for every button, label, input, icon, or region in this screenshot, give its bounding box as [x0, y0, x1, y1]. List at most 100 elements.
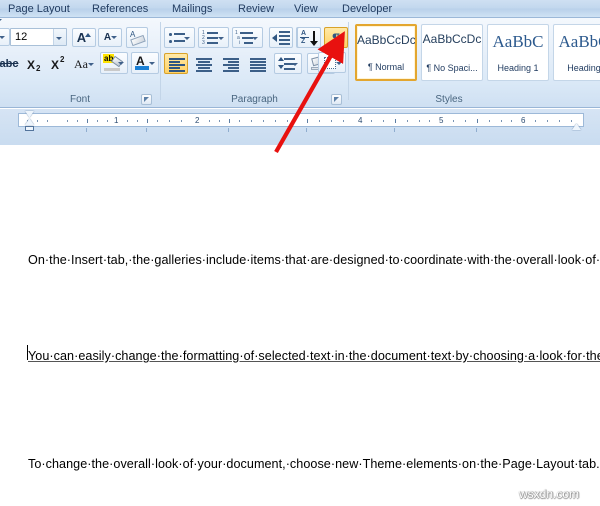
tab-page-layout[interactable]: Page Layout — [2, 0, 76, 18]
left-indent-marker[interactable] — [25, 126, 34, 131]
chevron-down-icon — [252, 37, 258, 40]
ruler-number-2: 2 — [195, 116, 200, 125]
superscript-number: 2 — [60, 55, 65, 64]
style-name-heading-1: Heading 1 — [497, 63, 539, 73]
style-preview-no-spacing: AaBbCcDc — [422, 32, 482, 46]
tab-view[interactable]: View — [288, 0, 324, 18]
strikethrough-label: abc — [0, 57, 19, 70]
sort-divider — [300, 37, 309, 38]
grow-font-label: A — [76, 30, 87, 45]
horizontal-ruler[interactable]: 1 2 4 5 6 — [18, 113, 584, 130]
style-preview-normal: AaBbCcDc — [357, 33, 415, 47]
subscript-x: X — [27, 58, 36, 72]
group-label-styles: Styles — [435, 94, 463, 105]
line-spacing-button[interactable] — [274, 53, 302, 74]
ruler-number-5: 5 — [439, 116, 444, 125]
ruler-tick-shadow — [18, 128, 584, 135]
sort-letter-bottom: Z — [301, 38, 306, 45]
hanging-indent-marker[interactable] — [25, 119, 34, 125]
ribbon-tab-strip: Page Layout References Mailings Review V… — [0, 0, 600, 18]
tab-review[interactable]: Review — [232, 0, 280, 18]
sort-letter-top: A — [301, 30, 307, 37]
superscript-button[interactable]: X 2 — [46, 53, 68, 74]
ribbon: 12 A A A abc X 2 X 2 Aa ab A Font 1 2 3 … — [0, 18, 600, 108]
ruler-number-1: 1 — [114, 116, 119, 125]
font-size-combo[interactable]: 12 — [10, 28, 67, 46]
numbering-button[interactable]: 1 2 3 — [198, 27, 229, 48]
arrow-left-icon — [272, 34, 277, 42]
subscript-button[interactable]: X 2 — [22, 53, 44, 74]
multilevel-digit-3: i — [239, 40, 241, 46]
chevron-down-icon — [0, 36, 5, 39]
document-page[interactable]: On·the·Insert·tab,·the·galleries·include… — [0, 145, 600, 506]
font-dialog-launcher[interactable] — [141, 94, 152, 105]
chevron-down-icon — [56, 37, 62, 40]
ribbon-group-font: 12 A A A abc X 2 X 2 Aa ab A Font — [0, 19, 160, 107]
align-center-button[interactable] — [191, 53, 215, 74]
highlight-color-swatch — [104, 68, 120, 71]
style-name-heading-2: Heading — [567, 63, 600, 73]
chevron-down-icon — [336, 62, 342, 65]
style-name-normal: ¶ Normal — [367, 62, 405, 72]
tab-references[interactable]: References — [86, 0, 154, 18]
shrink-font-button[interactable]: A — [98, 28, 122, 47]
arrow-up-icon — [278, 57, 284, 61]
show-hide-paragraph-marks-button[interactable]: ¶ — [324, 27, 348, 48]
paragraph-dialog-launcher[interactable] — [331, 94, 342, 105]
bullets-button[interactable] — [164, 27, 195, 48]
strikethrough-button[interactable]: abc — [0, 53, 20, 74]
style-item-normal[interactable]: AaBbCcDc ¶ Normal — [355, 24, 417, 81]
ruler-area: 1 2 4 5 6 — [0, 109, 600, 145]
sort-arrow-head — [310, 41, 318, 46]
superscript-x: X — [51, 58, 60, 72]
sort-button[interactable]: A Z — [297, 27, 321, 48]
paragraph-1[interactable]: On·the·Insert·tab,·the·galleries·include… — [28, 250, 600, 271]
ruler-number-4: 4 — [358, 116, 363, 125]
clear-formatting-button[interactable]: A — [126, 27, 148, 48]
ribbon-group-styles: AaBbCcDc ¶ Normal AaBbCcDc ¶ No Spaci...… — [349, 19, 600, 107]
chevron-down-icon — [292, 63, 298, 66]
style-name-no-spacing: ¶ No Spaci... — [426, 63, 478, 73]
grow-font-button[interactable]: A — [72, 28, 96, 47]
align-right-button[interactable] — [218, 53, 242, 74]
shrink-font-label: A — [103, 32, 112, 43]
font-name-combo-partial[interactable] — [0, 28, 10, 46]
change-case-label: Aa — [74, 57, 88, 71]
decrease-indent-button[interactable] — [269, 27, 293, 48]
text-highlight-button[interactable]: ab — [100, 52, 128, 74]
style-item-heading-1[interactable]: AaBbC Heading 1 — [487, 24, 549, 81]
multilevel-list-button[interactable]: 1 a i — [232, 27, 263, 48]
change-case-button[interactable]: Aa — [70, 53, 98, 74]
style-item-no-spacing[interactable]: AaBbCcDc ¶ No Spaci... — [421, 24, 483, 81]
chevron-up-icon — [85, 33, 91, 37]
bullets-icon — [169, 33, 172, 36]
justify-button[interactable] — [245, 53, 269, 74]
tab-developer[interactable]: Developer — [336, 0, 398, 18]
pilcrow-icon: ¶ — [332, 29, 340, 46]
numbering-digit-3: 3 — [202, 40, 205, 46]
subscript-number: 2 — [36, 64, 41, 73]
bullet-dot-2 — [169, 40, 172, 43]
spacer-icon — [0, 19, 2, 22]
arrow-down-icon — [278, 65, 284, 69]
site-watermark: wsxdn.com — [519, 487, 580, 501]
borders-button[interactable] — [318, 52, 346, 73]
font-color-swatch — [135, 66, 149, 70]
chevron-down-icon — [118, 62, 124, 65]
chevron-down-icon — [149, 62, 155, 65]
chevron-down-icon — [88, 63, 94, 66]
style-preview-heading-1: AaBbC — [492, 32, 544, 51]
word-window: Page Layout References Mailings Review V… — [0, 0, 600, 506]
first-line-indent-marker[interactable] — [25, 111, 34, 117]
style-item-heading-2[interactable]: AaBbC Heading — [553, 24, 600, 81]
font-color-button[interactable]: A — [131, 52, 159, 74]
paragraph-2[interactable]: You·can·easily·change·the·formatting·of·… — [28, 346, 600, 367]
document-canvas[interactable]: On·the·Insert·tab,·the·galleries·include… — [0, 145, 600, 506]
font-size-value: 12 — [15, 31, 28, 43]
chevron-down-icon — [111, 36, 117, 39]
align-left-button[interactable] — [164, 53, 188, 74]
group-label-paragraph: Paragraph — [231, 94, 278, 105]
tab-mailings[interactable]: Mailings — [166, 0, 218, 18]
paragraph-3[interactable]: To·change·the·overall·look·of·your·docum… — [28, 454, 600, 475]
borders-icon — [324, 57, 336, 69]
